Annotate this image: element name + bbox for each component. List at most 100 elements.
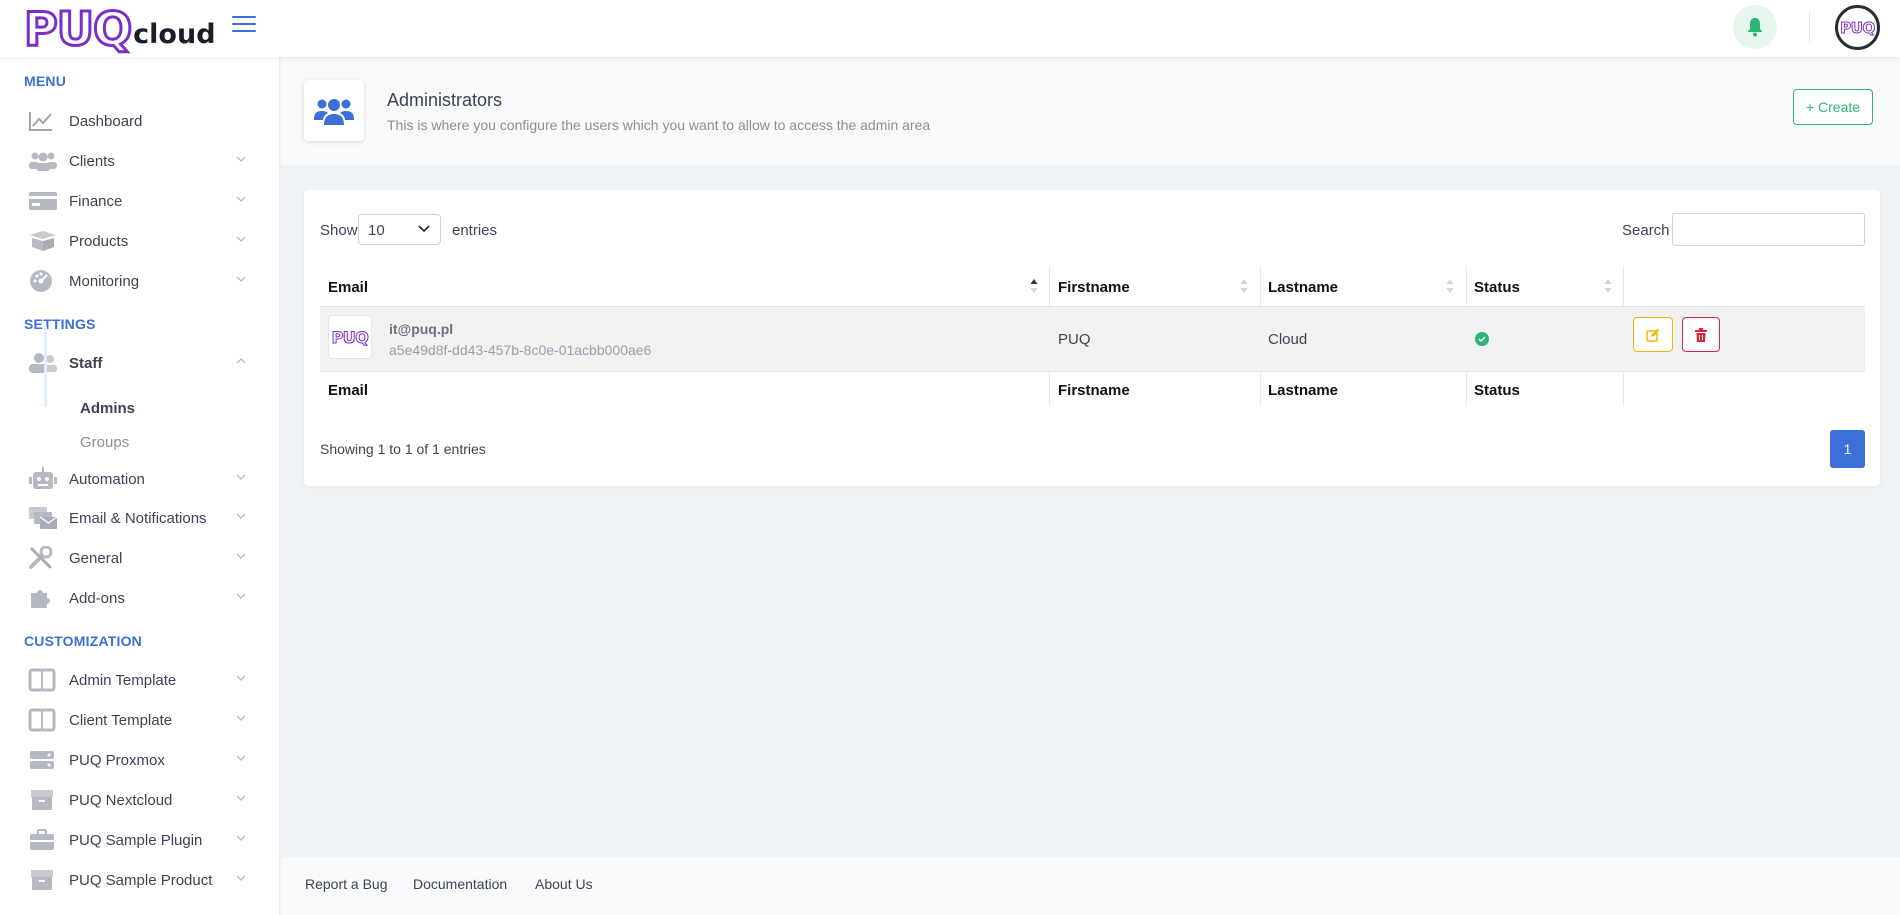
sidebar-section-customization: CUSTOMIZATION xyxy=(24,633,142,649)
trash-icon xyxy=(1695,327,1707,342)
users-icon xyxy=(304,80,364,141)
page-1-button[interactable]: 1 xyxy=(1830,430,1865,468)
sidebar-item-puq-proxmox[interactable]: PUQ Proxmox xyxy=(28,743,250,777)
admin-uuid: a5e49d8f-dd43-457b-8c0e-01acbb000ae6 xyxy=(389,342,652,358)
chevron-down-icon xyxy=(236,593,246,599)
sidebar-item-label: Automation xyxy=(69,470,145,488)
box-open-icon xyxy=(28,228,64,254)
sidebar-item-label: Client Template xyxy=(69,711,173,729)
sidebar-item-label: Finance xyxy=(69,192,123,210)
footer-link-documentation[interactable]: Documentation xyxy=(413,876,507,892)
sidebar-item-clients[interactable]: Clients xyxy=(28,144,250,178)
page-footer xyxy=(281,857,1900,915)
admin-avatar: PUQ xyxy=(328,315,372,359)
page-size-value: 10 xyxy=(368,222,385,239)
chart-line-icon xyxy=(28,108,64,134)
sidebar-item-label: Clients xyxy=(69,152,115,170)
chevron-down-icon xyxy=(236,474,246,480)
page-size-select[interactable]: 10 xyxy=(358,214,441,245)
column-header-status[interactable]: Status xyxy=(1474,279,1520,296)
search-input[interactable] xyxy=(1672,213,1865,246)
submenu-line xyxy=(44,327,47,407)
sidebar-item-finance[interactable]: Finance xyxy=(28,184,250,218)
sidebar-item-label: Products xyxy=(69,232,129,250)
notifications-bell-icon[interactable] xyxy=(1733,5,1777,49)
sidebar-item-general[interactable]: General xyxy=(28,541,250,575)
sidebar-item-staff[interactable]: Staff xyxy=(28,346,250,380)
edit-icon xyxy=(1646,328,1660,342)
page-title: Administrators xyxy=(387,90,503,110)
sidebar-item-products[interactable]: Products xyxy=(28,224,250,258)
sidebar-item-label: General xyxy=(69,549,123,567)
columns-icon xyxy=(28,707,64,733)
chevron-down-icon xyxy=(236,276,246,282)
avatar-text: PUQ xyxy=(1840,18,1876,37)
briefcase-icon xyxy=(28,827,64,853)
footer-header-email: Email xyxy=(328,382,369,399)
footer-link-report-bug[interactable]: Report a Bug xyxy=(305,876,388,892)
sidebar-item-label: PUQ Nextcloud xyxy=(69,791,173,809)
sidebar-item-client-template[interactable]: Client Template xyxy=(28,703,250,737)
header-divider xyxy=(1809,12,1810,42)
mail-bulk-icon xyxy=(28,505,64,531)
create-button[interactable]: + Create xyxy=(1793,89,1873,125)
edit-button[interactable] xyxy=(1633,317,1673,352)
logo-sub-text: cloud xyxy=(133,19,216,50)
puqcloud-logo[interactable]: PUQ cloud xyxy=(22,4,216,54)
sidebar-item-puq-nextcloud[interactable]: PUQ Nextcloud xyxy=(28,783,250,817)
sort-asc-icon[interactable] xyxy=(1030,278,1038,294)
sidebar-item-puq-sample-product[interactable]: PUQ Sample Product xyxy=(28,863,250,897)
show-label: Show xyxy=(320,222,358,239)
admin-avatar-text: PUQ xyxy=(331,327,369,347)
robot-icon xyxy=(28,466,64,492)
sidebar-item-monitoring[interactable]: Monitoring xyxy=(28,264,250,298)
chevron-down-icon xyxy=(236,835,246,841)
sidebar-item-addons[interactable]: Add-ons xyxy=(28,581,250,615)
chevron-down-icon xyxy=(236,875,246,881)
chevron-down-icon xyxy=(236,553,246,559)
box-icon xyxy=(28,787,64,813)
sidebar-item-label: PUQ Sample Plugin xyxy=(69,831,203,849)
chevron-up-icon xyxy=(236,358,246,364)
footer-link-about-us[interactable]: About Us xyxy=(535,876,593,892)
delete-button[interactable] xyxy=(1682,317,1720,352)
status-active-icon xyxy=(1475,332,1489,346)
sort-icon[interactable] xyxy=(1240,278,1248,294)
footer-header-lastname: Lastname xyxy=(1268,382,1339,399)
chevron-down-icon xyxy=(236,513,246,519)
page-subtitle: This is where you configure the users wh… xyxy=(387,117,931,133)
chevron-down-icon xyxy=(236,715,246,721)
sidebar-subitem-admins[interactable]: Admins xyxy=(80,400,135,417)
chevron-down-icon xyxy=(236,795,246,801)
server-icon xyxy=(28,747,64,773)
puzzle-piece-icon xyxy=(28,585,64,611)
sort-icon[interactable] xyxy=(1604,278,1612,294)
gauge-icon xyxy=(28,268,64,294)
user-avatar[interactable]: PUQ xyxy=(1835,5,1880,50)
sidebar-item-label: Staff xyxy=(69,354,103,372)
sidebar-item-label: Add-ons xyxy=(69,589,125,607)
column-header-lastname[interactable]: Lastname xyxy=(1268,279,1338,296)
sidebar-item-puq-sample-plugin[interactable]: PUQ Sample Plugin xyxy=(28,823,250,857)
chevron-down-icon xyxy=(418,225,430,233)
admin-lastname: Cloud xyxy=(1268,331,1308,348)
column-header-firstname[interactable]: Firstname xyxy=(1058,279,1130,296)
users-icon xyxy=(28,148,64,174)
sidebar-section-settings: SETTINGS xyxy=(24,316,96,332)
sidebar-subitem-groups[interactable]: Groups xyxy=(80,434,129,451)
sidebar-item-label: PUQ Sample Product xyxy=(69,871,213,889)
sidebar-item-label: Dashboard xyxy=(69,112,143,130)
menu-toggle-icon[interactable] xyxy=(232,16,256,36)
sidebar-item-email-notifications[interactable]: Email & Notifications xyxy=(28,501,250,535)
entries-label: entries xyxy=(452,222,498,239)
tools-icon xyxy=(28,545,64,571)
sidebar-item-admin-template[interactable]: Admin Template xyxy=(28,663,250,697)
sort-icon[interactable] xyxy=(1446,278,1454,294)
column-header-email[interactable]: Email xyxy=(328,279,368,296)
sidebar-item-dashboard[interactable]: Dashboard xyxy=(28,104,250,138)
sidebar-item-automation[interactable]: Automation xyxy=(28,462,250,496)
search-label: Search xyxy=(1622,222,1670,239)
admin-firstname: PUQ xyxy=(1058,331,1091,348)
box-icon xyxy=(28,867,64,893)
sidebar-section-menu: MENU xyxy=(24,73,67,89)
